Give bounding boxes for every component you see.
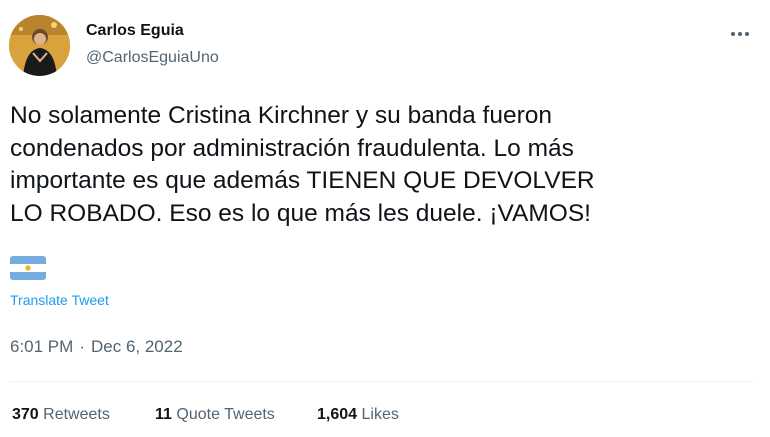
quote-tweets-count: 11: [155, 406, 172, 423]
more-horizontal-icon: [731, 32, 749, 36]
tweet-time: 6:01 PM: [10, 337, 74, 356]
quote-tweets-stat[interactable]: 11 Quote Tweets: [155, 406, 275, 424]
tweet-timestamp[interactable]: 6:01 PM · Dec 6, 2022: [10, 337, 183, 357]
retweets-stat[interactable]: 370 Retweets: [12, 406, 110, 424]
profile-photo-icon: [9, 15, 70, 76]
author-name[interactable]: Carlos Eguia: [86, 22, 184, 40]
stats-divider: [10, 381, 755, 382]
translate-tweet-link[interactable]: Translate Tweet: [10, 292, 109, 308]
tweet-date: Dec 6, 2022: [90, 337, 183, 356]
likes-stat[interactable]: 1,604 Likes: [317, 406, 399, 424]
argentina-flag-emoji: [10, 256, 46, 280]
tweet-card: Carlos Eguia @CarlosEguiaUno No solament…: [0, 0, 770, 437]
more-options-button[interactable]: [724, 22, 756, 46]
retweets-count: 370: [12, 406, 39, 423]
quote-tweets-label: Quote Tweets: [176, 406, 275, 423]
author-handle[interactable]: @CarlosEguiaUno: [86, 49, 219, 67]
author-avatar[interactable]: [9, 15, 70, 76]
retweets-label: Retweets: [43, 406, 110, 423]
likes-label: Likes: [361, 406, 399, 423]
likes-count: 1,604: [317, 406, 358, 423]
tweet-text: No solamente Cristina Kirchner y su band…: [10, 102, 595, 227]
timestamp-separator: ·: [79, 337, 85, 356]
